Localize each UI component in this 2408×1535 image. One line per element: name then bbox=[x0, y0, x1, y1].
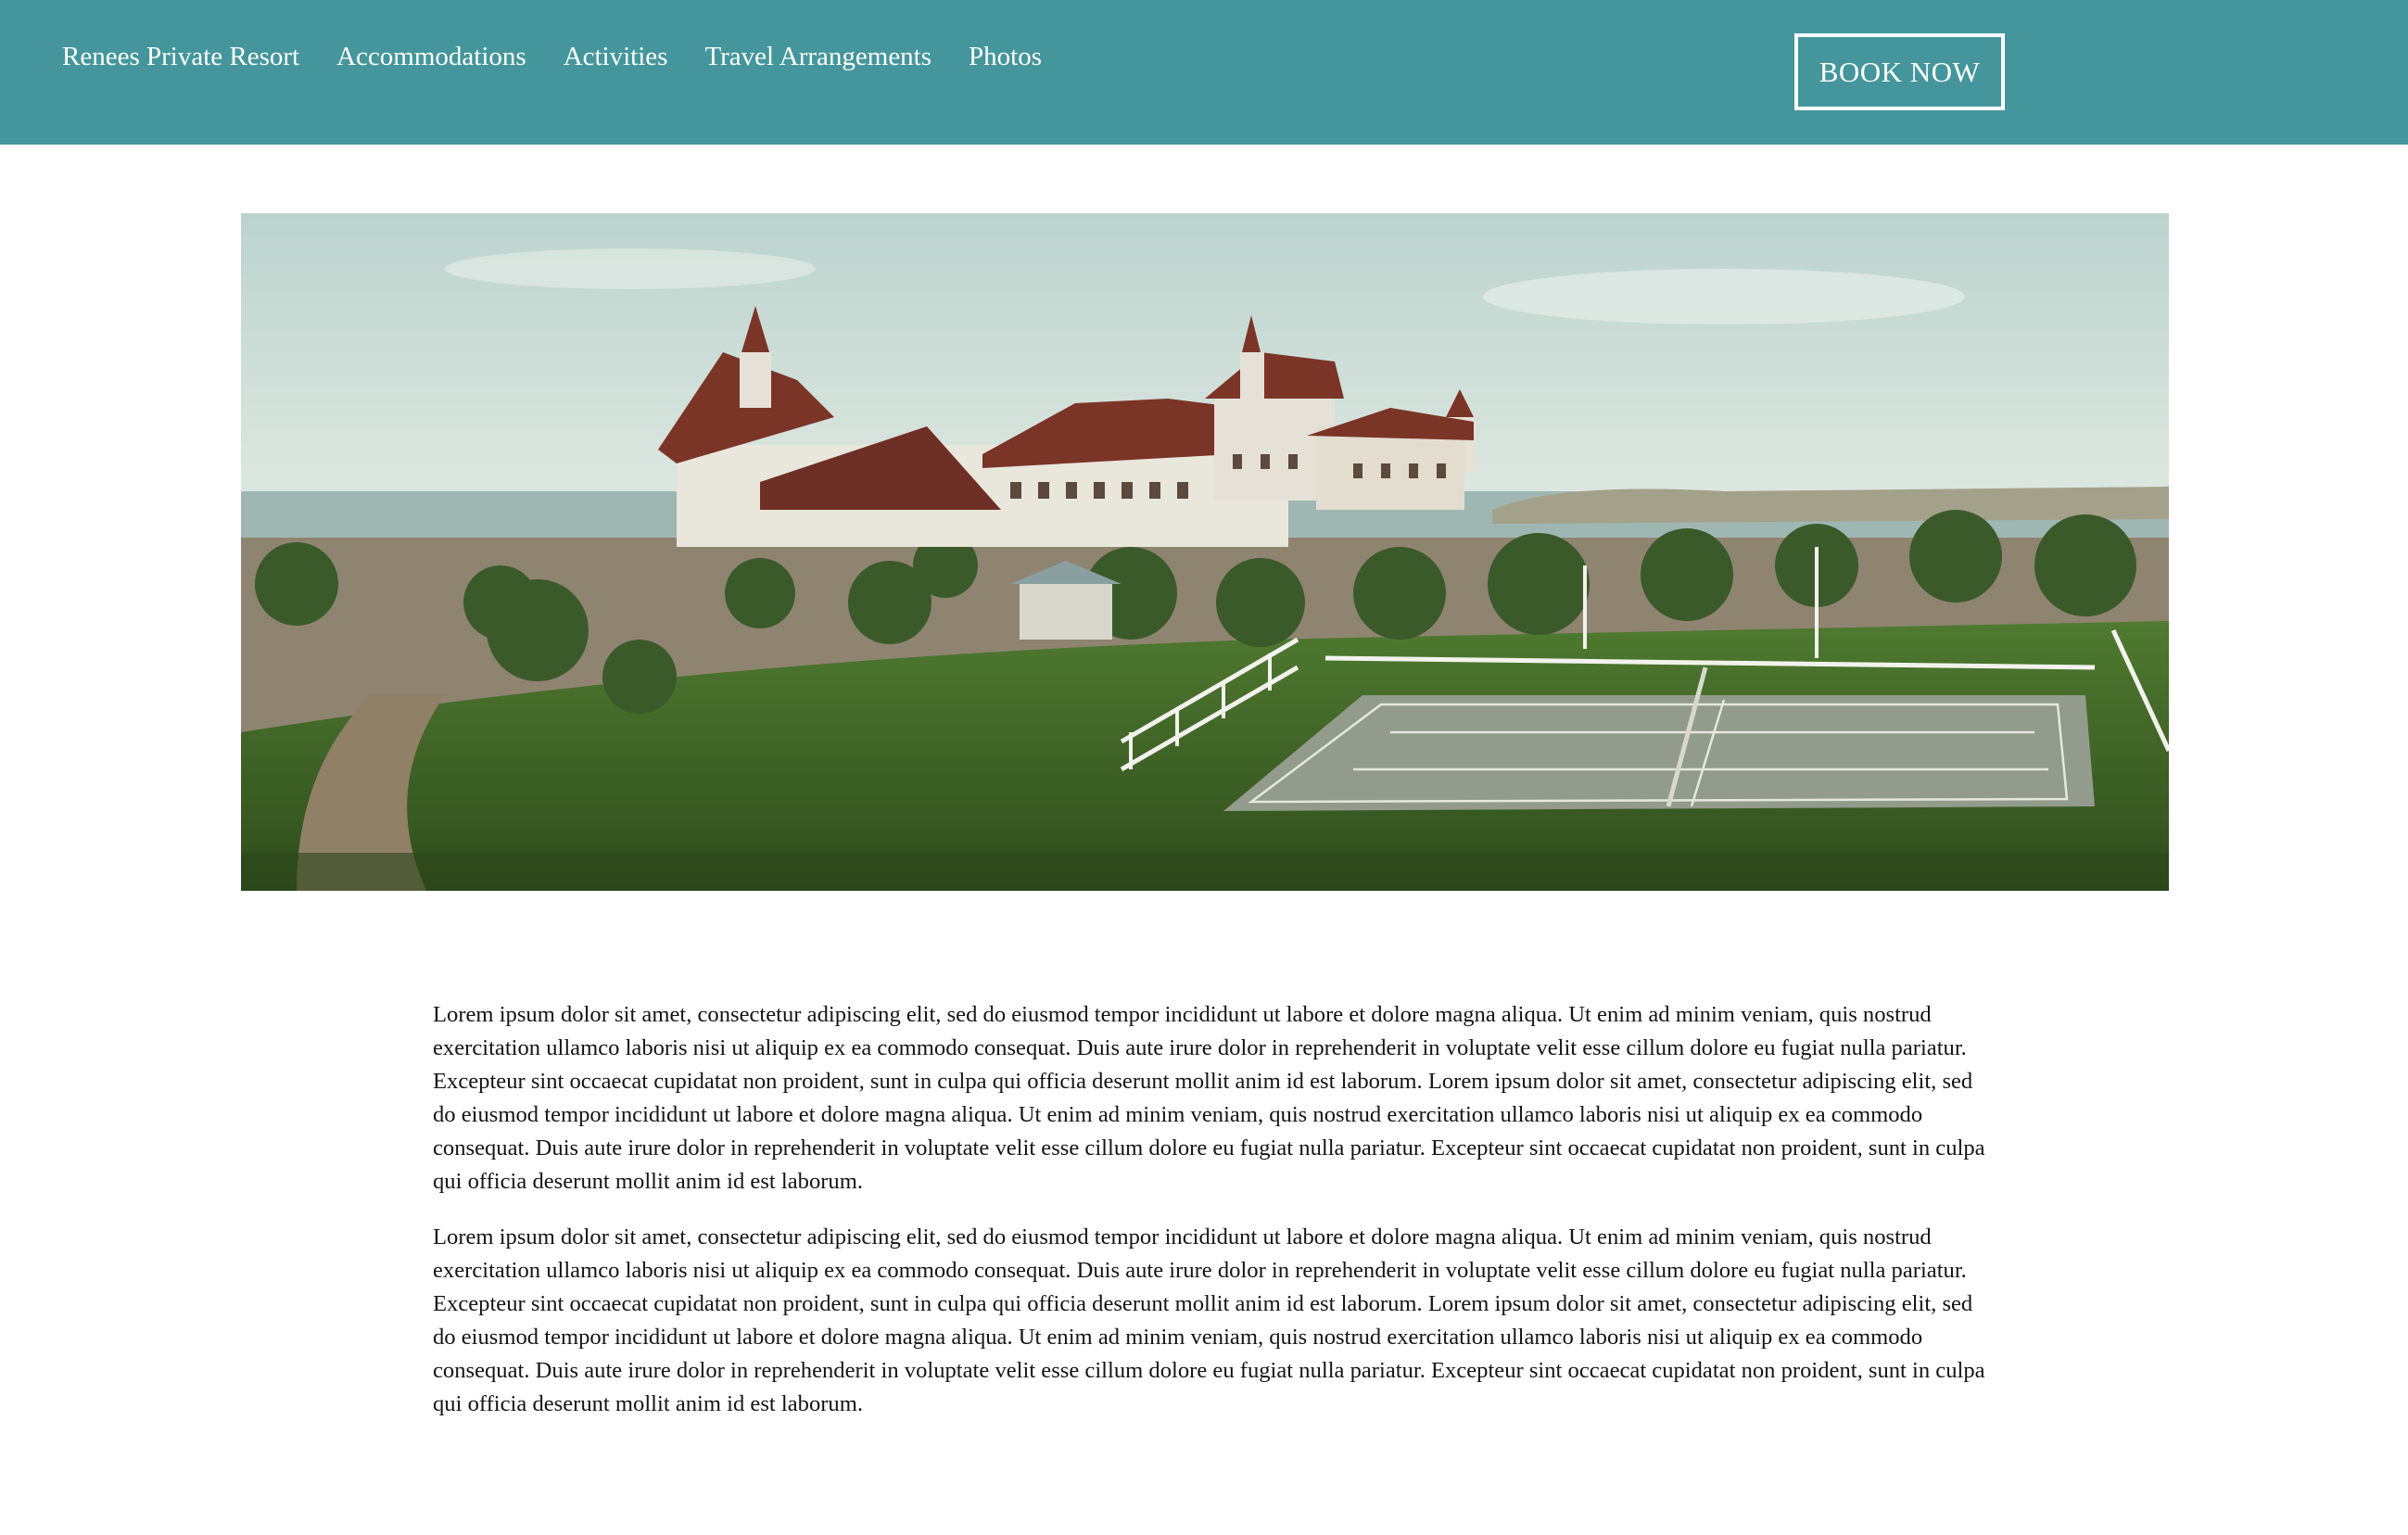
book-now-button[interactable]: BOOK NOW bbox=[1794, 33, 2005, 110]
top-navbar: Renees Private Resort Accommodations Act… bbox=[0, 0, 2408, 145]
body-paragraph-1: Lorem ipsum dolor sit amet, consectetur … bbox=[433, 1002, 1985, 1194]
nav-link-photos[interactable]: Photos bbox=[969, 33, 1042, 80]
nav-link-accommodations[interactable]: Accommodations bbox=[336, 33, 526, 80]
nav-brand-link[interactable]: Renees Private Resort bbox=[62, 33, 299, 80]
nav-link-travel-arrangements[interactable]: Travel Arrangements bbox=[704, 33, 932, 80]
nav-links: Renees Private Resort Accommodations Act… bbox=[62, 33, 1079, 80]
hero-image bbox=[241, 213, 2169, 891]
body-paragraph-2: Lorem ipsum dolor sit amet, consectetur … bbox=[433, 1224, 1985, 1416]
hero-illustration bbox=[241, 213, 2169, 891]
main-content: Lorem ipsum dolor sit amet, consectetur … bbox=[433, 998, 1985, 1443]
nav-link-activities[interactable]: Activities bbox=[564, 33, 668, 80]
